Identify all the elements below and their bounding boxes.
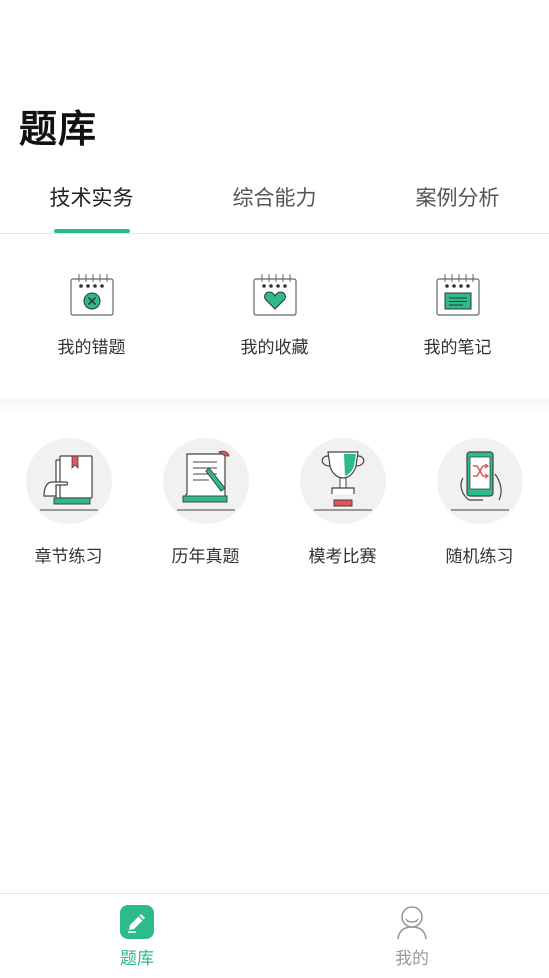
quick-action-label: 我的错题 (57, 338, 126, 358)
chapter-practice-button[interactable]: 章节练习 (0, 438, 137, 567)
mock-contest-illustration (299, 438, 386, 524)
random-practice-illustration (436, 438, 523, 524)
page-title: 题库 (19, 107, 98, 151)
past-exam-paper-icon (176, 450, 235, 511)
quick-actions: 我的错题 我的收藏 我的笔记 (0, 233, 549, 398)
my-notes-button[interactable]: 我的笔记 (366, 273, 549, 358)
subject-tabs: 技术实务 综合能力 案例分析 (0, 176, 549, 234)
user-icon (397, 906, 427, 940)
quick-action-label: 我的收藏 (240, 338, 309, 358)
tab-case-analysis[interactable]: 案例分析 (366, 182, 549, 212)
bottom-navigation: 题库 我的 (0, 893, 549, 978)
my-favorites-button[interactable]: 我的收藏 (183, 273, 366, 358)
nav-label: 我的 (395, 949, 429, 969)
mock-contest-button[interactable]: 模考比赛 (274, 438, 411, 567)
section-divider (0, 398, 549, 412)
nav-question-bank[interactable]: 题库 (0, 904, 274, 969)
nav-mine[interactable]: 我的 (275, 904, 549, 969)
pencil-icon (120, 905, 154, 939)
tab-comprehensive-ability[interactable]: 综合能力 (183, 182, 366, 212)
practice-label: 历年真题 (171, 547, 240, 567)
random-practice-button[interactable]: 随机练习 (411, 438, 548, 567)
chapter-book-icon (39, 455, 98, 511)
notes-calendar-icon (435, 274, 480, 316)
quick-action-label: 我的笔记 (423, 338, 492, 358)
past-exams-button[interactable]: 历年真题 (137, 438, 274, 567)
practice-label: 模考比赛 (308, 547, 377, 567)
trophy-icon (313, 451, 372, 511)
favorites-heart-calendar-icon (252, 274, 297, 316)
nav-label: 题库 (120, 949, 154, 969)
practice-label: 随机练习 (445, 547, 514, 567)
chapter-practice-illustration (25, 438, 112, 524)
past-exams-illustration (162, 438, 249, 524)
practice-label: 章节练习 (34, 547, 103, 567)
tab-technical-practice[interactable]: 技术实务 (0, 182, 183, 212)
practice-modes: 章节练习 历年真题 模考比赛 随机练习 (0, 412, 549, 582)
my-wrong-questions-button[interactable]: 我的错题 (0, 273, 183, 358)
wrong-questions-calendar-icon (69, 274, 114, 316)
shuffle-phone-icon (450, 451, 509, 511)
